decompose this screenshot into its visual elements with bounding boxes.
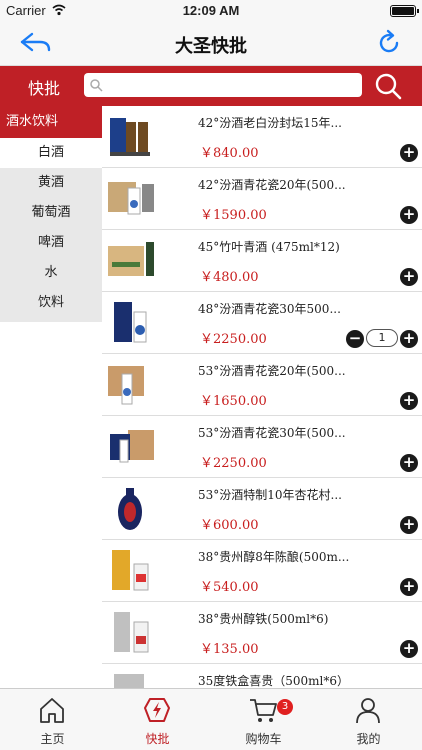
refresh-icon[interactable] <box>374 28 404 58</box>
quantity-input[interactable]: 1 <box>366 329 398 347</box>
product-image <box>114 612 149 653</box>
product-image <box>108 242 154 276</box>
product-image <box>110 430 154 463</box>
tab-cart-label: 购物车 <box>245 732 282 746</box>
quick-order-label: 快批 <box>28 79 61 98</box>
tab-cart[interactable]: 3 购物车 <box>211 689 316 750</box>
page-title: 大圣快批 <box>175 36 247 57</box>
add-to-cart-button[interactable]: + <box>400 206 418 224</box>
product-list[interactable]: 42°汾酒老白汾封坛15年... ￥840.00 + 42°汾酒青花瓷20年(5… <box>102 106 422 688</box>
product-row[interactable]: 53°汾酒特制10年杏花村... ￥600.00 + <box>102 478 422 540</box>
product-name: 45°竹叶青酒 (475ml*12) <box>198 240 340 254</box>
product-name: 48°汾酒青花瓷30年500... <box>198 302 341 316</box>
product-name: 42°汾酒老白汾封坛15年... <box>198 116 342 130</box>
lightning-icon <box>144 698 170 722</box>
product-row[interactable]: 42°汾酒青花瓷20年(500... ￥1590.00 + <box>102 168 422 230</box>
product-image <box>112 550 149 591</box>
product-price: ￥600.00 <box>200 518 259 533</box>
tab-profile-label: 我的 <box>356 732 381 746</box>
user-icon <box>356 698 380 724</box>
decrease-quantity-button[interactable]: − <box>346 330 364 348</box>
add-to-cart-button[interactable]: + <box>400 144 418 162</box>
product-image <box>108 182 154 215</box>
battery-icon <box>390 5 419 17</box>
tab-home-label: 主页 <box>40 732 65 746</box>
product-image <box>114 302 147 343</box>
product-row[interactable]: 38°贵州醇8年陈酿(500m... ￥540.00 + <box>102 540 422 602</box>
category-item-baijiu[interactable]: 白酒 <box>0 138 102 168</box>
add-to-cart-button[interactable]: + <box>400 392 418 410</box>
product-name: 38°贵州醇8年陈酿(500m... <box>198 550 350 564</box>
category-item-wine[interactable]: 葡萄酒 <box>0 198 102 228</box>
product-row[interactable]: 38°贵州醇铁(500ml*6) ￥135.00 + <box>102 602 422 664</box>
product-price: ￥2250.00 <box>200 332 267 347</box>
tab-profile[interactable]: 我的 <box>316 689 421 750</box>
product-price: ￥135.00 <box>200 642 259 657</box>
home-icon <box>40 698 64 723</box>
tab-bar: 主页 快批 3 购物车 我的 <box>0 688 422 750</box>
product-name: 53°汾酒特制10年杏花村... <box>198 488 342 502</box>
cart-icon <box>250 699 277 722</box>
category-sidebar: 酒水饮料 白酒 黄酒 葡萄酒 啤酒 水 饮料 <box>0 106 102 322</box>
product-price: ￥1590.00 <box>200 208 267 223</box>
add-to-cart-button[interactable]: + <box>400 578 418 596</box>
tab-quick-order[interactable]: 快批 <box>105 689 210 750</box>
tab-quick-order-label: 快批 <box>145 732 170 746</box>
cart-count-badge: 3 <box>277 699 293 715</box>
category-header[interactable]: 酒水饮料 <box>0 106 102 138</box>
product-image <box>108 366 144 405</box>
product-row[interactable]: 35度铁盒喜贵（500ml*6） <box>102 664 422 688</box>
add-to-cart-button[interactable]: + <box>400 516 418 534</box>
search-bar: 快批 <box>0 66 422 106</box>
product-price: ￥1650.00 <box>200 394 267 409</box>
status-bar: Carrier 12:09 AM <box>0 0 422 22</box>
add-to-cart-button[interactable]: + <box>400 454 418 472</box>
category-item-beverage[interactable]: 饮料 <box>0 288 102 318</box>
product-image <box>118 488 142 530</box>
product-name: 35度铁盒喜贵（500ml*6） <box>198 674 350 688</box>
navigation-bar: 大圣快批 <box>0 22 422 66</box>
product-row[interactable]: 42°汾酒老白汾封坛15年... ￥840.00 + <box>102 106 422 168</box>
product-price: ￥840.00 <box>200 146 259 161</box>
category-item-water[interactable]: 水 <box>0 258 102 288</box>
product-name: 38°贵州醇铁(500ml*6) <box>198 612 329 626</box>
product-row[interactable]: 45°竹叶青酒 (475ml*12) ￥480.00 + <box>102 230 422 292</box>
product-price: ￥540.00 <box>200 580 259 595</box>
add-to-cart-button[interactable]: + <box>400 330 418 348</box>
product-row[interactable]: 48°汾酒青花瓷30年500... ￥2250.00 − 1 + <box>102 292 422 354</box>
tab-home[interactable]: 主页 <box>0 689 105 750</box>
product-image <box>110 118 150 156</box>
category-item-huangjiu[interactable]: 黄酒 <box>0 168 102 198</box>
category-item-beer[interactable]: 啤酒 <box>0 228 102 258</box>
product-image <box>114 674 144 688</box>
product-price: ￥480.00 <box>200 270 259 285</box>
search-input[interactable] <box>106 75 356 95</box>
clock: 12:09 AM <box>182 3 240 18</box>
product-name: 53°汾酒青花瓷30年(500... <box>198 426 346 440</box>
add-to-cart-button[interactable]: + <box>400 640 418 658</box>
search-icon <box>90 79 103 92</box>
add-to-cart-button[interactable]: + <box>400 268 418 286</box>
product-name: 53°汾酒青花瓷20年(500... <box>198 364 346 378</box>
search-button-icon[interactable] <box>374 72 402 100</box>
search-field[interactable] <box>84 73 362 97</box>
product-row[interactable]: 53°汾酒青花瓷30年(500... ￥2250.00 + <box>102 416 422 478</box>
product-name: 42°汾酒青花瓷20年(500... <box>198 178 346 192</box>
product-row[interactable]: 53°汾酒青花瓷20年(500... ￥1650.00 + <box>102 354 422 416</box>
product-price: ￥2250.00 <box>200 456 267 471</box>
